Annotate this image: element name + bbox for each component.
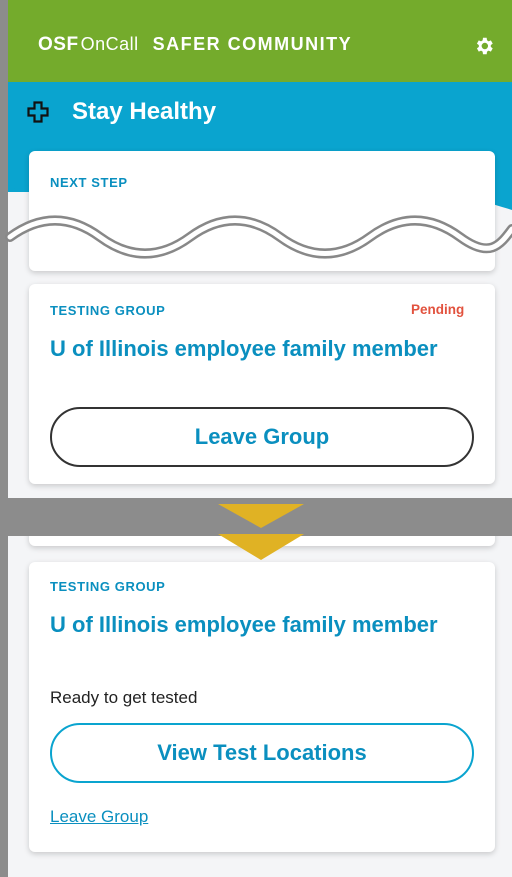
leave-group-link[interactable]: Leave Group: [50, 807, 148, 827]
chevron-down-icon: [218, 504, 304, 560]
testing-group-label: TESTING GROUP: [50, 579, 166, 594]
testing-group-card-pending: TESTING GROUP Pending U of Illinois empl…: [29, 284, 495, 484]
product-name: SAFER COMMUNITY: [152, 34, 353, 54]
testing-group-card-ready: TESTING GROUP U of Illinois employee fam…: [29, 562, 495, 852]
status-badge: Pending: [411, 302, 465, 317]
app-header: OSF OnCall SAFER COMMUNITY: [8, 0, 512, 82]
screen-after: TESTING GROUP U of Illinois employee fam…: [8, 536, 512, 877]
plus-outline-icon: [27, 101, 49, 123]
gear-icon[interactable]: [473, 35, 495, 57]
section-title: Stay Healthy: [72, 98, 217, 125]
group-name: U of Illinois employee family member: [50, 612, 438, 637]
leave-group-button[interactable]: Leave Group: [50, 407, 474, 467]
brand-logo: OSF OnCall SAFER COMMUNITY: [38, 34, 353, 55]
screen-break-squiggle: [5, 215, 512, 259]
testing-group-label: TESTING GROUP: [50, 303, 166, 318]
next-step-label: NEXT STEP: [50, 175, 128, 190]
view-test-locations-button[interactable]: View Test Locations: [50, 723, 474, 783]
group-name: U of Illinois employee family member: [50, 336, 438, 361]
ready-status-text: Ready to get tested: [50, 688, 198, 707]
